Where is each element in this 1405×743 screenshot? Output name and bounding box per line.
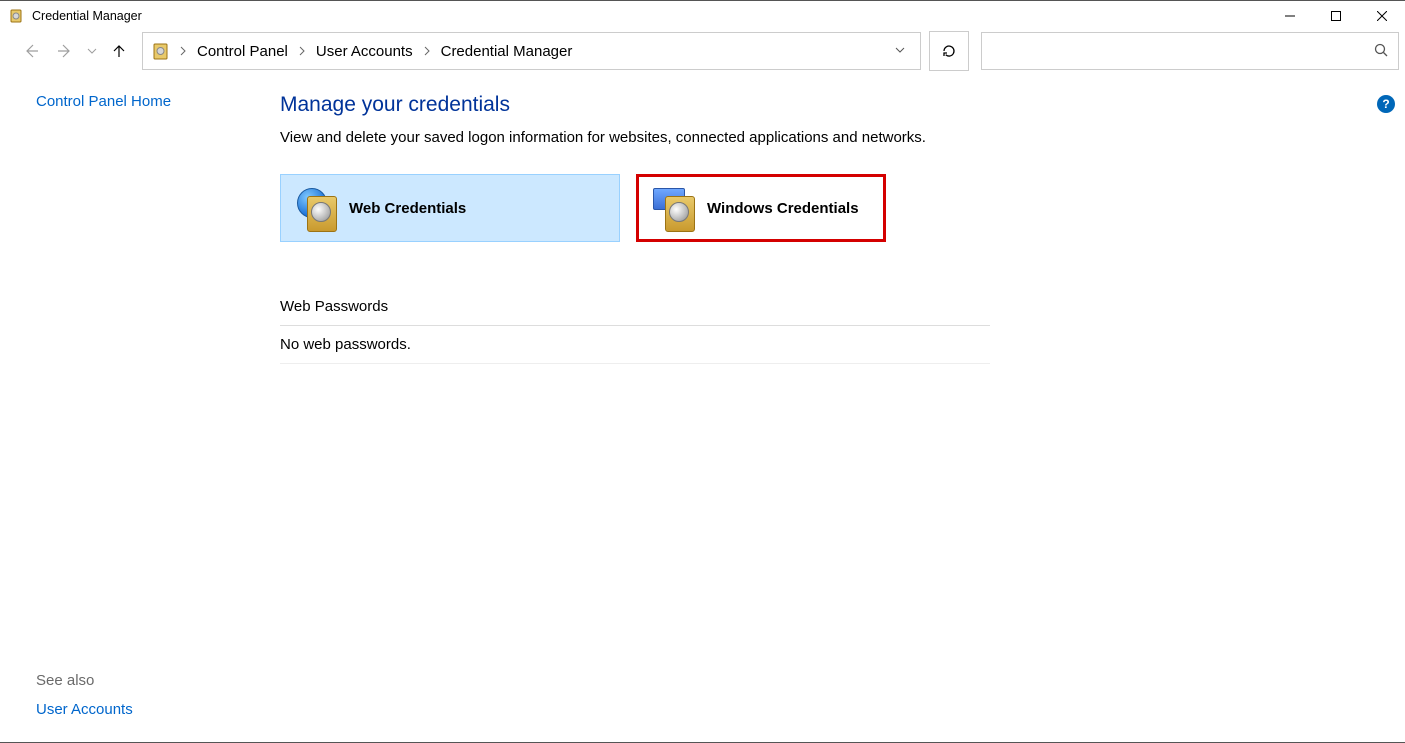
back-button[interactable] [16,36,46,66]
window-title: Credential Manager [32,9,142,23]
breadcrumb-mid[interactable]: User Accounts [310,39,419,64]
web-credentials-icon [293,184,341,232]
windows-credentials-icon [651,184,699,232]
nav-toolbar: Control Panel User Accounts Credential M… [0,31,1405,71]
chevron-right-icon[interactable] [294,46,310,56]
forward-button[interactable] [50,36,80,66]
app-icon [8,8,24,24]
folder-icon [151,41,171,61]
titlebar: Credential Manager [0,1,1405,31]
chevron-right-icon[interactable] [175,46,191,56]
search-box[interactable] [981,32,1399,70]
breadcrumb-root[interactable]: Control Panel [191,39,294,64]
up-button[interactable] [104,36,134,66]
windows-credentials-label: Windows Credentials [707,200,859,217]
close-button[interactable] [1359,1,1405,31]
sidebar-home-link[interactable]: Control Panel Home [36,93,280,110]
chevron-down-icon[interactable] [884,43,916,60]
sidebar-user-accounts-link[interactable]: User Accounts [36,701,133,718]
address-bar[interactable]: Control Panel User Accounts Credential M… [142,32,921,70]
refresh-button[interactable] [929,31,969,71]
recent-locations-button[interactable] [84,46,100,56]
search-input[interactable] [992,42,1374,60]
maximize-button[interactable] [1313,1,1359,31]
window: Credential Manager [0,0,1405,743]
minimize-button[interactable] [1267,1,1313,31]
window-controls [1267,1,1405,31]
web-passwords-empty: No web passwords. [280,326,990,364]
main-panel: Manage your credentials View and delete … [280,93,1405,742]
sidebar: Control Panel Home See also User Account… [0,93,280,742]
search-icon[interactable] [1374,43,1388,60]
windows-credentials-tile[interactable]: Windows Credentials [636,174,886,242]
credential-tiles: Web Credentials Windows Credentials [280,174,1365,242]
breadcrumb-leaf[interactable]: Credential Manager [435,39,579,64]
page-subtitle: View and delete your saved logon informa… [280,129,1365,146]
see-also-label: See also [36,672,280,689]
web-passwords-header: Web Passwords [280,288,990,326]
web-credentials-label: Web Credentials [349,200,466,217]
content-area: Control Panel Home See also User Account… [0,71,1405,742]
web-credentials-tile[interactable]: Web Credentials [280,174,620,242]
page-heading: Manage your credentials [280,93,1365,117]
chevron-right-icon[interactable] [419,46,435,56]
